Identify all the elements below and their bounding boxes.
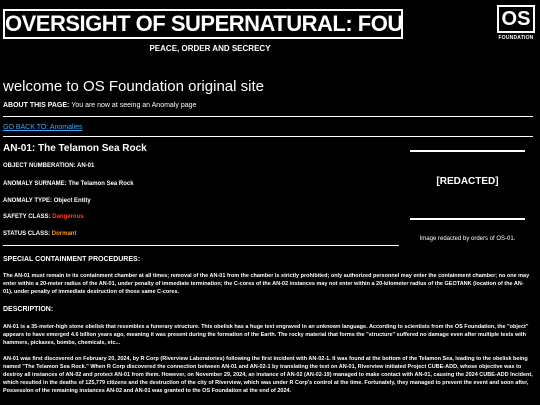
logo-caption: FOUNDATION xyxy=(498,35,534,41)
description-heading: DESCRIPTION: xyxy=(3,306,54,313)
field-label: ANOMALY SURNAME: xyxy=(3,181,69,187)
field-value: Object Entity xyxy=(53,198,91,204)
safety-class-value: Dangerous xyxy=(52,214,84,220)
anomalies-link[interactable]: Anomalies xyxy=(50,124,83,131)
go-back-line[interactable]: GO BACK TO: Anomalies xyxy=(3,124,83,131)
redacted-caption: Image redacted by orders of OS-01. xyxy=(419,236,516,242)
field-safety-class: SAFETY CLASS: Dangerous xyxy=(3,214,84,220)
field-surname: ANOMALY SURNAME: The Telamon Sea Rock xyxy=(3,181,134,187)
description-paragraph-1: AN-01 is a 35-meter-high stone obelisk t… xyxy=(3,324,529,346)
redaction-bar-bottom xyxy=(410,218,525,220)
field-type: ANOMALY TYPE: Object Entity xyxy=(3,198,91,204)
field-value: AN-01 xyxy=(77,163,95,169)
field-value: The Telamon Sea Rock xyxy=(68,181,134,187)
about-label: ABOUT THIS PAGE: xyxy=(3,102,72,109)
field-label: STATUS CLASS: xyxy=(3,231,52,237)
anomaly-title: AN-01: The Telamon Sea Rock xyxy=(3,143,147,154)
field-status-class: STATUS CLASS: Dormant xyxy=(3,231,76,237)
redacted-label: [REDACTED] xyxy=(436,176,499,187)
field-label: OBJECT NUMBERATION: xyxy=(3,163,77,169)
containment-heading: SPECIAL CONTAINMENT PROCEDURES: xyxy=(3,256,141,263)
redacted-image: [REDACTED] xyxy=(410,150,525,220)
divider xyxy=(3,116,533,117)
site-tagline: PEACE, ORDER AND SECRECY xyxy=(149,44,271,53)
divider xyxy=(3,245,399,246)
field-object-number: OBJECT NUMBERATION: AN-01 xyxy=(3,163,94,169)
site-title: OVERSIGHT OF SUPERNATURAL: FOUNDATION xyxy=(3,9,403,39)
go-back-label[interactable]: GO BACK TO: xyxy=(3,124,50,131)
site-banner: OVERSIGHT OF SUPERNATURAL: FOUNDATION PE… xyxy=(0,0,540,60)
field-label: ANOMALY TYPE: xyxy=(3,198,54,204)
field-label: SAFETY CLASS: xyxy=(3,214,53,220)
welcome-heading: welcome to OS Foundation original site xyxy=(3,78,264,95)
divider xyxy=(3,136,533,137)
redaction-bar-top xyxy=(410,150,525,152)
description-paragraph-2: AN-01 was first discovered on February 2… xyxy=(3,356,533,394)
about-line: ABOUT THIS PAGE: You are now at seeing a… xyxy=(3,102,196,109)
os-logo[interactable]: OS xyxy=(497,5,535,33)
about-value: You are now at seeing an Anomaly page xyxy=(71,102,197,109)
containment-text: The AN-01 must remain in its containment… xyxy=(3,273,530,295)
status-class-value: Dormant xyxy=(51,231,77,237)
